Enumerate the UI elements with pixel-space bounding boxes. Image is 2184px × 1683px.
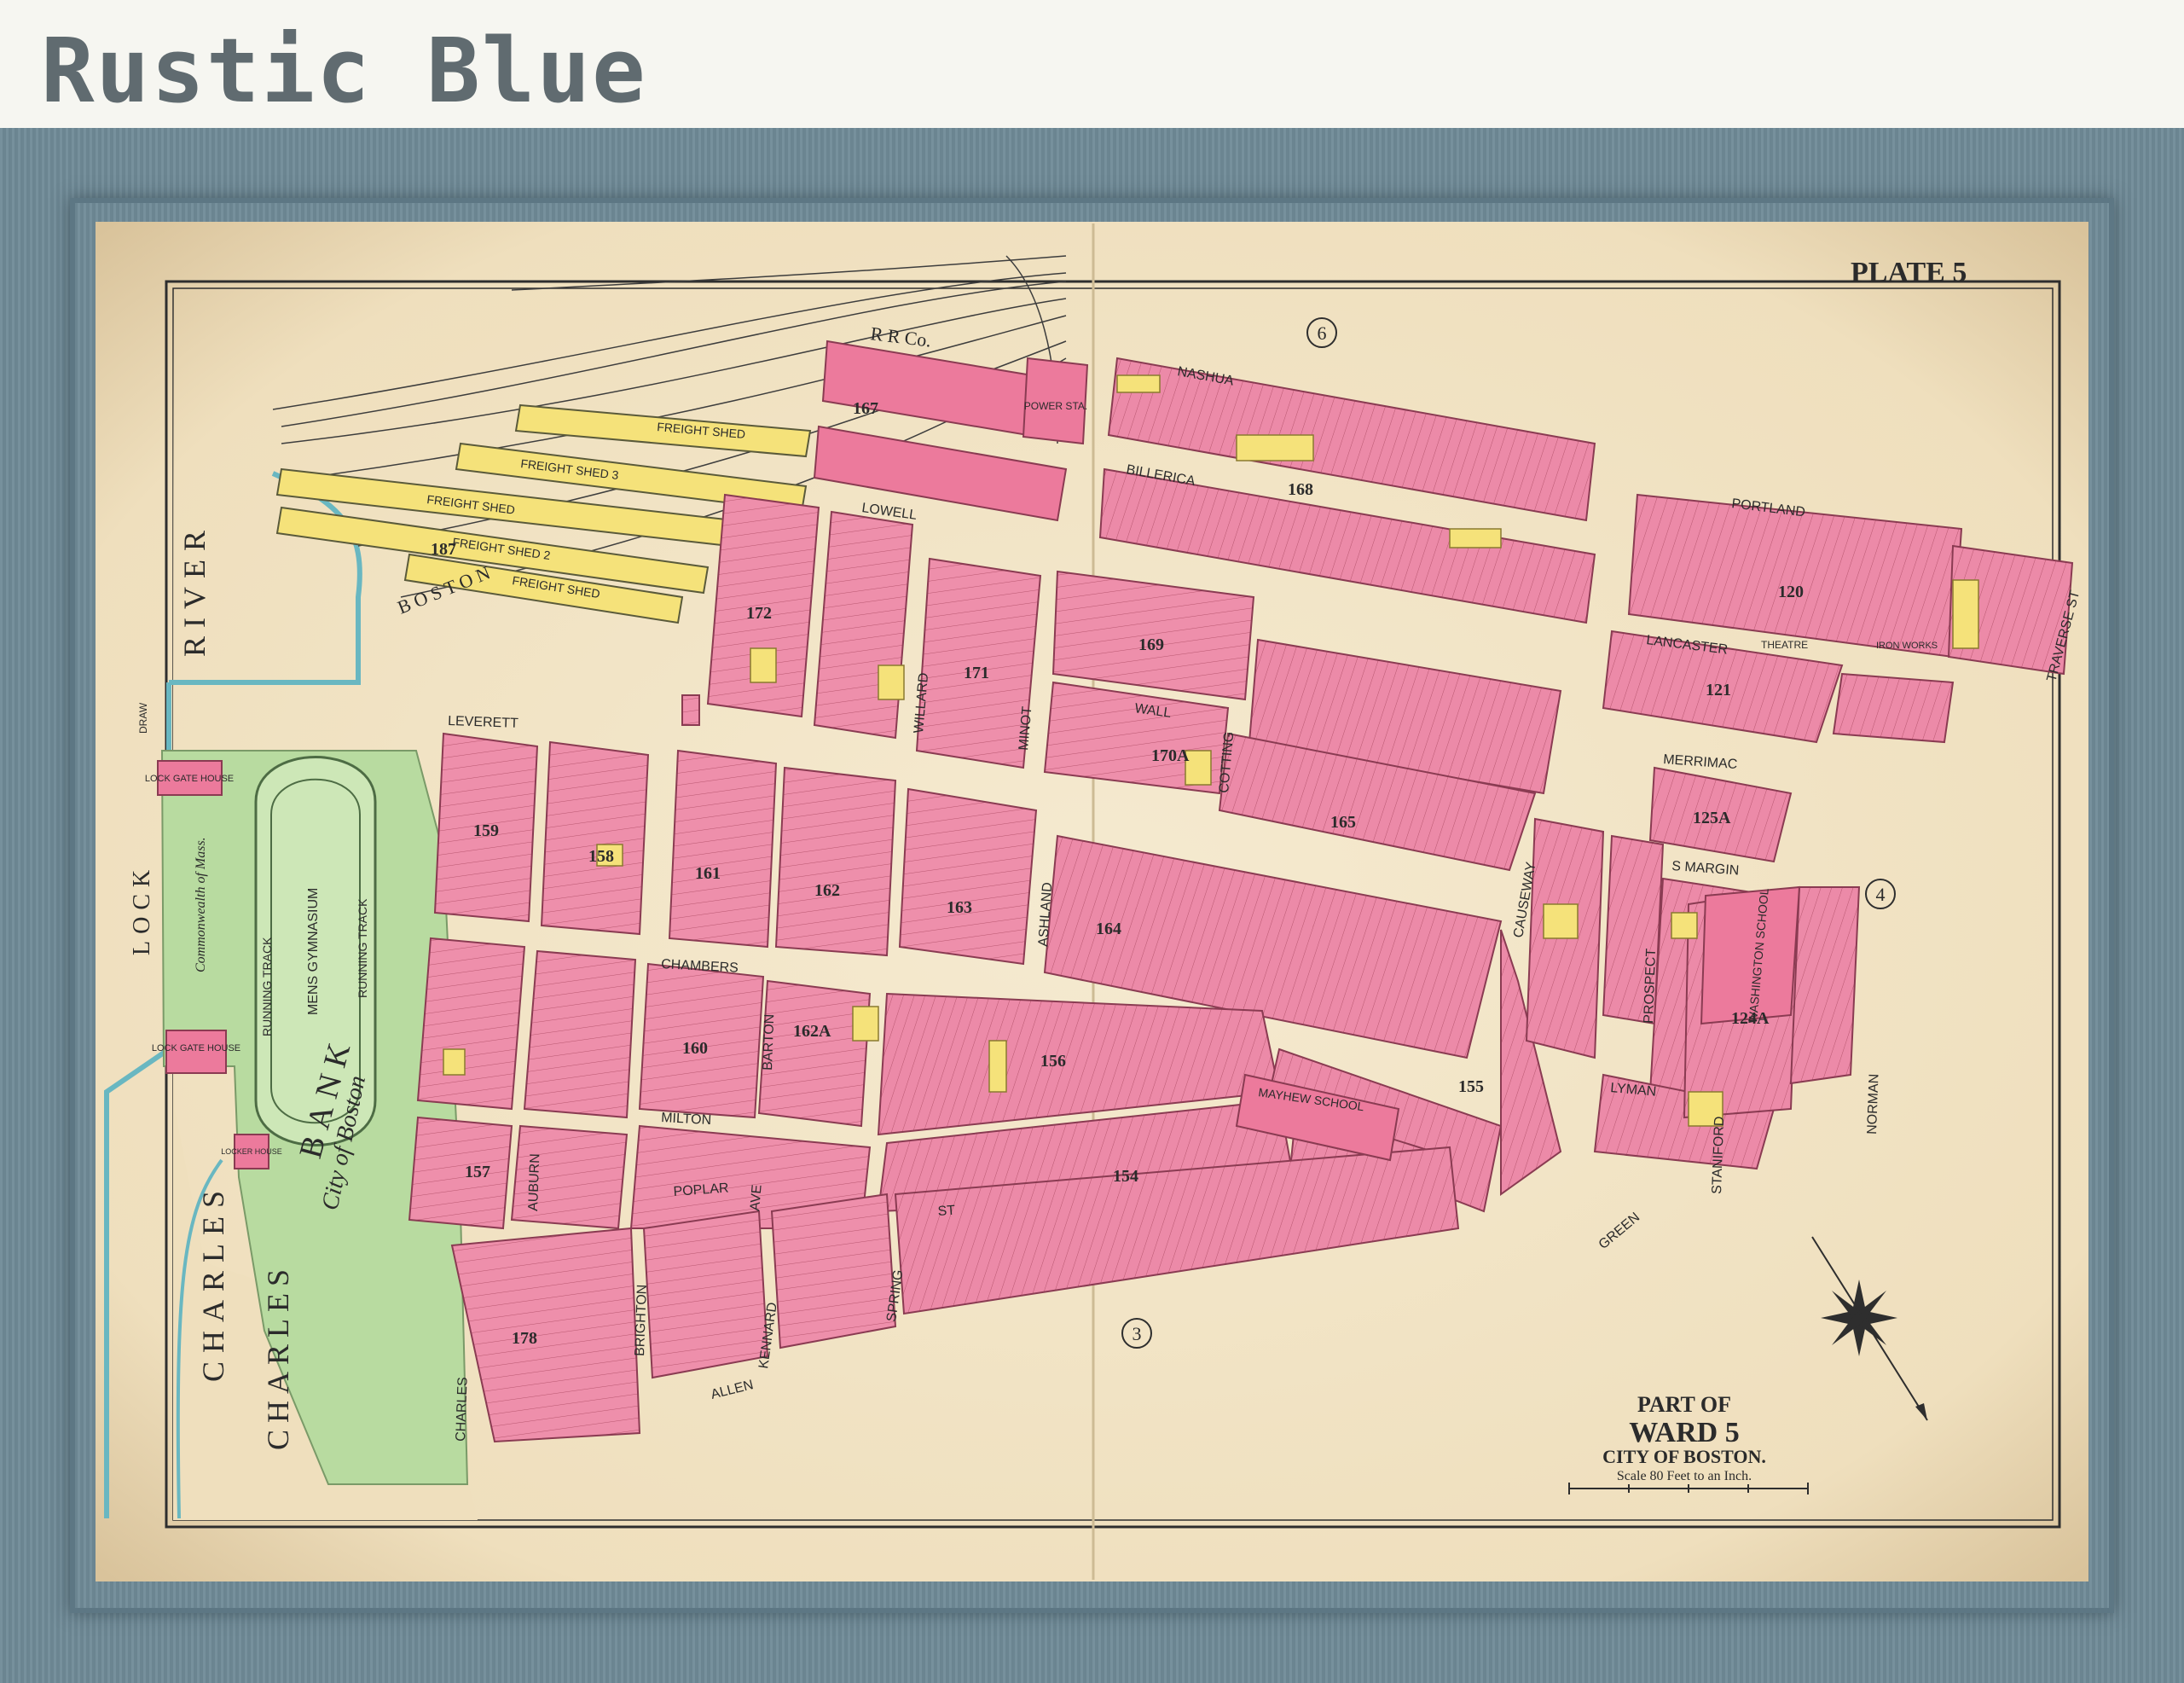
ward-city: CITY OF BOSTON. — [1602, 1446, 1766, 1467]
block-172: 172 — [746, 604, 772, 623]
ward-title: WARD 5 — [1629, 1417, 1739, 1448]
plate-label: PLATE 5 — [1851, 257, 1967, 288]
street-auburn: AUBURN — [526, 1153, 542, 1211]
block-125A: 125A — [1693, 809, 1731, 827]
ward-number-6-text: 6 — [1318, 322, 1327, 344]
power-station-label: POWER STA. — [1024, 400, 1087, 412]
running-track-right: RUNNING TRACK — [356, 898, 369, 998]
map-sheet: PLATE 5 PART OF WARD 5 CITY OF BOSTON. S… — [96, 222, 2088, 1581]
block-159: 159 — [473, 821, 499, 840]
ward-number-3-text: 3 — [1133, 1323, 1142, 1344]
lock-gate-house-bottom-label: LOCK GATE HOUSE — [152, 1043, 240, 1053]
ward-scale: Scale 80 Feet to an Inch. — [1617, 1469, 1752, 1483]
block-163: 163 — [947, 898, 972, 917]
commonwealth-label: Commonwealth of Mass. — [194, 837, 208, 972]
block-187: 187 — [431, 540, 456, 559]
street-milton: MILTON — [661, 1111, 712, 1128]
block-156: 156 — [1040, 1052, 1066, 1071]
iron-works-label: IRON WORKS — [1876, 641, 1938, 651]
block-162A: 162A — [793, 1022, 831, 1041]
block-120: 120 — [1778, 583, 1804, 601]
street-barton: BARTON — [761, 1013, 777, 1071]
block-157: 157 — [465, 1163, 490, 1181]
lock-label: LOCK — [129, 863, 155, 955]
block-167: 167 — [853, 399, 878, 418]
river-label: RIVER — [177, 522, 211, 657]
ward-number-4-text: 4 — [1876, 884, 1886, 905]
block-160: 160 — [682, 1039, 708, 1058]
block-162: 162 — [814, 881, 840, 900]
block-168: 168 — [1288, 480, 1313, 499]
block-161: 161 — [695, 864, 721, 883]
lock-gate-house-top-label: LOCK GATE HOUSE — [145, 774, 234, 784]
block-121: 121 — [1706, 681, 1731, 699]
block-178: 178 — [512, 1329, 537, 1348]
street-ave: AVE — [748, 1184, 765, 1211]
theatre-label: THEATRE — [1761, 639, 1808, 651]
block-154: 154 — [1113, 1167, 1138, 1186]
street-staniford: STANIFORD — [1710, 1116, 1727, 1194]
street-prospect: PROSPECT — [1642, 948, 1659, 1024]
charles-bank-label-1: CHARLES — [261, 1262, 295, 1450]
street-norman: NORMAN — [1865, 1073, 1881, 1135]
ward-prefix: PART OF — [1637, 1392, 1731, 1417]
street-charles: CHARLES — [454, 1377, 471, 1442]
draw-label: DRAW — [137, 702, 149, 734]
running-track-left: RUNNING TRACK — [260, 937, 274, 1036]
block-165: 165 — [1330, 813, 1356, 832]
block-124A: 124A — [1731, 1009, 1770, 1028]
street-st-1: ST — [937, 1204, 956, 1219]
street-leverett: LEVERETT — [448, 714, 518, 731]
block-164: 164 — [1096, 920, 1121, 938]
block-158: 158 — [588, 847, 614, 866]
charles-river-label: CHARLES — [196, 1182, 230, 1382]
locker-house-label: LOCKER HOUSE — [221, 1147, 282, 1156]
street-brighton: BRIGHTON — [633, 1284, 650, 1356]
block-155: 155 — [1458, 1077, 1484, 1096]
gymnasium-label: MENS GYMNASIUM — [306, 888, 321, 1015]
block-171: 171 — [964, 664, 989, 682]
block-170A: 170A — [1151, 746, 1190, 765]
block-169: 169 — [1138, 635, 1164, 654]
